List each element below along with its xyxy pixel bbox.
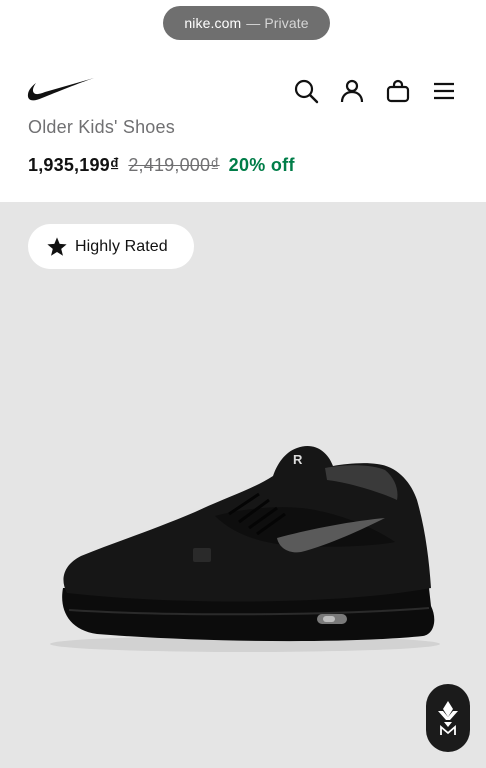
nike-logo-icon[interactable]: [27, 77, 95, 103]
discount-label: 20% off: [228, 155, 295, 175]
product-subtitle: Older Kids' Shoes: [28, 117, 175, 137]
product-image-area[interactable]: Highly Rated R: [0, 202, 486, 768]
original-price: 2,419,000₫: [128, 155, 220, 175]
browser-url-pill[interactable]: nike.com — Private: [163, 6, 330, 40]
url-domain: nike.com: [184, 15, 242, 31]
price-row: 1,935,199₫ 2,419,000₫ 20% off: [28, 155, 295, 176]
assistant-icon: [438, 701, 458, 735]
svg-text:R: R: [293, 452, 303, 467]
highly-rated-badge: Highly Rated: [28, 224, 194, 269]
badge-label: Highly Rated: [75, 237, 168, 255]
bag-icon[interactable]: [385, 78, 411, 104]
search-icon[interactable]: [293, 78, 319, 104]
assistant-floating-button[interactable]: [426, 684, 470, 752]
site-header: [0, 68, 486, 114]
account-icon[interactable]: [339, 78, 365, 104]
current-price: 1,935,199₫: [28, 155, 120, 175]
star-icon: [47, 236, 67, 256]
url-private-label: — Private: [246, 15, 309, 31]
menu-icon[interactable]: [431, 78, 457, 104]
product-shoe-image: R: [50, 446, 440, 652]
